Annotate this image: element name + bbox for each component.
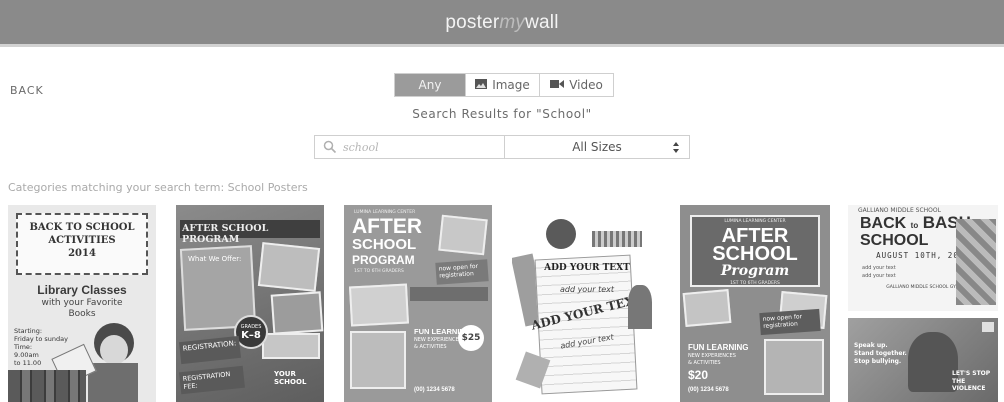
scissors-illustration <box>628 285 652 329</box>
poster-text: Program <box>720 263 790 279</box>
photo-illustration <box>438 214 488 256</box>
poster-thumbnail-add-your-text-notebook[interactable]: ADD YOUR TEXT add your text ADD YOUR TEX… <box>512 205 662 402</box>
photo-illustration <box>350 331 406 389</box>
bookshelf-illustration <box>8 370 86 402</box>
poster-text: 1ST TO 6TH GRADERS <box>730 281 780 286</box>
poster-text: LUMINA LEARNING CENTER <box>724 219 786 224</box>
tab-any[interactable]: Any <box>395 74 465 96</box>
search-icon <box>323 140 337 154</box>
size-select-value: All Sizes <box>572 140 622 154</box>
person-illustration <box>908 332 958 392</box>
poster-text: Starting: Friday to sunday Time: 9.00am … <box>14 327 68 367</box>
poster-thumbnail-back-to-school-activities[interactable]: BACK TO SCHOOL ACTIVITIES 2014 Library C… <box>8 205 156 402</box>
poster-text: Stand together. <box>854 350 907 357</box>
poster-thumbnail-after-school-program[interactable]: AFTER SCHOOL PROGRAM What We Offer: GRAD… <box>176 205 324 402</box>
tab-video-label: Video <box>569 78 603 92</box>
poster-title: BACK to BASH SCHOOL <box>860 213 971 249</box>
search-input[interactable] <box>343 140 503 154</box>
apple-illustration <box>546 219 576 249</box>
categories-text: Categories matching your search term: Sc… <box>8 181 308 194</box>
poster-text: LET'S STOP <box>952 370 991 377</box>
poster-thumbnail-stop-bullying[interactable]: Speak up. Stand together. Stop bullying.… <box>848 318 998 402</box>
poster-thumbnail-after-school-program-green[interactable]: LUMINA LEARNING CENTER AFTER SCHOOL Prog… <box>680 205 830 402</box>
poster-text: ADD YOUR TEXT <box>544 263 630 273</box>
poster-text: Stop bullying. <box>854 358 902 365</box>
size-select[interactable]: All Sizes <box>505 136 689 158</box>
logo-text-poster: poster <box>445 12 500 33</box>
poster-text: AFTER SCHOOL PROGRAM <box>182 223 269 245</box>
poster-text: BACK TO SCHOOL <box>29 222 135 233</box>
poster-thumbnail-back-to-school-bash[interactable]: GALLIANO MIDDLE SCHOOL BACK to BASH SCHOO… <box>848 205 998 311</box>
decorative-pattern <box>956 219 996 305</box>
search-results-title: Search Results for "School" <box>412 107 592 121</box>
character-face <box>100 335 128 365</box>
photo-illustration <box>270 291 324 335</box>
photo-illustration <box>682 289 732 327</box>
image-icon <box>475 78 488 92</box>
now-open-badge: now open for registration <box>435 259 489 285</box>
tab-image-label: Image <box>492 78 530 92</box>
poster-text: SCHOOL <box>712 243 798 265</box>
now-open-badge: now open for registration <box>759 308 821 336</box>
search-bar: All Sizes <box>314 135 690 159</box>
poster-text: Books <box>68 309 96 319</box>
logo-text-my: my <box>499 12 526 33</box>
photo-illustration <box>257 242 321 292</box>
postermywall-logo[interactable]: postermywall <box>0 12 1004 34</box>
photo-illustration <box>348 283 410 327</box>
video-badge-icon <box>982 322 994 332</box>
poster-text: ACTIVITIES <box>48 235 116 246</box>
video-camera-icon <box>550 78 565 92</box>
poster-text: THE VIOLENCE <box>952 378 986 392</box>
photo-illustration <box>262 333 320 359</box>
back-link[interactable]: BACK <box>10 84 44 97</box>
price-badge: $25 <box>458 325 484 351</box>
tab-any-label: Any <box>418 78 442 92</box>
photo-illustration <box>764 339 824 395</box>
poster-text: What We Offer: <box>188 255 242 263</box>
crayons-illustration <box>592 231 642 247</box>
poster-text: Speak up. <box>854 342 888 349</box>
tab-video[interactable]: Video <box>539 74 613 96</box>
poster-text: 2014 <box>68 248 96 259</box>
poster-text: (00) 1234 5678 <box>414 387 455 393</box>
poster-text: Library Classes <box>37 283 127 297</box>
poster-band <box>410 287 488 301</box>
media-type-tabs: Any Image Video <box>394 73 614 97</box>
select-arrows-icon <box>673 142 679 153</box>
tab-image[interactable]: Image <box>465 74 539 96</box>
poster-text: YOUR SCHOOL <box>274 370 307 386</box>
poster-text: with your Favorite <box>41 298 123 308</box>
top-bar: postermywall <box>0 0 1004 47</box>
poster-thumbnail-after-school-program-lumina[interactable]: LUMINA LEARNING CENTER AFTER SCHOOL PROG… <box>344 205 492 402</box>
logo-text-wall: wall <box>525 12 559 33</box>
search-field[interactable] <box>315 136 505 158</box>
